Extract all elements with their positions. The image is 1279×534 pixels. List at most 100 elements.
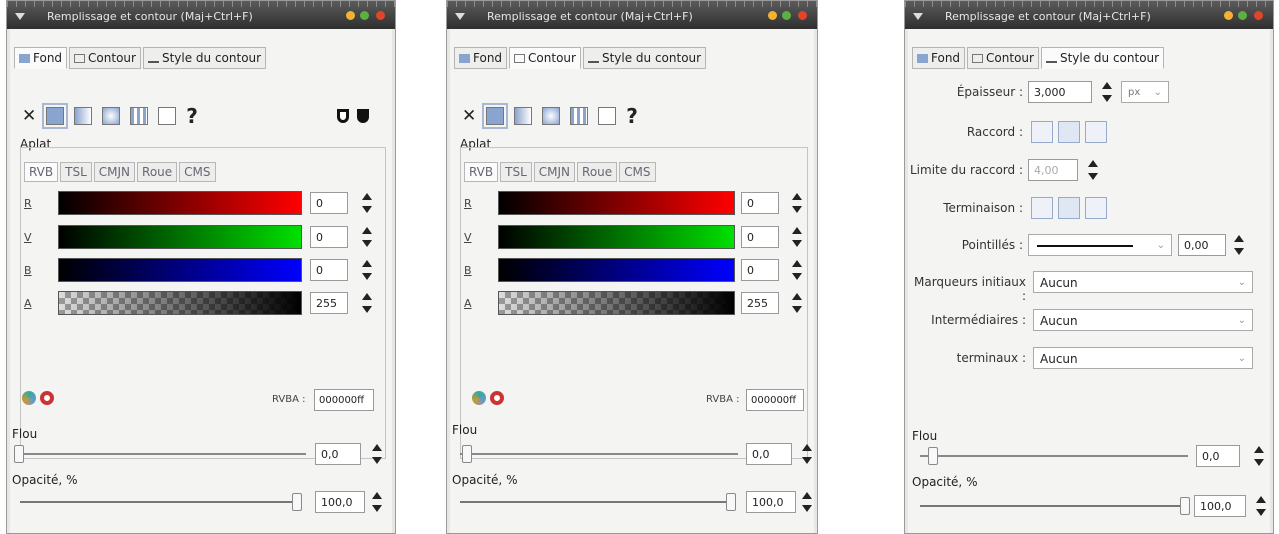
dash-pattern-select[interactable]: ⌄: [1028, 234, 1172, 256]
tab-stroke-style[interactable]: Style du contour: [582, 47, 707, 69]
remove-paint-icon[interactable]: ✕: [22, 107, 36, 125]
blur-slider[interactable]: [920, 455, 1188, 457]
miter-join-icon[interactable]: [1031, 121, 1053, 143]
flat-color-icon[interactable]: [42, 103, 69, 129]
opacity-spin-arrows[interactable]: [370, 490, 382, 514]
minimize-button[interactable]: [768, 11, 777, 20]
opacity-slider[interactable]: [460, 501, 732, 503]
tab-wheel[interactable]: Roue: [577, 162, 618, 182]
opacity-spin-arrows[interactable]: [800, 490, 812, 514]
color-picker-icon[interactable]: [472, 391, 486, 405]
window-menu-icon[interactable]: [15, 10, 25, 20]
blur-slider-knob[interactable]: [14, 445, 24, 463]
alpha-spin-arrows[interactable]: [360, 291, 372, 315]
minimize-button[interactable]: [1224, 11, 1233, 20]
tab-fill[interactable]: Fond: [912, 47, 966, 69]
opacity-value[interactable]: 100,0: [1194, 495, 1246, 517]
blue-value[interactable]: 0: [310, 259, 348, 281]
dash-offset-spin-arrows[interactable]: [1232, 233, 1244, 257]
opacity-slider[interactable]: [920, 505, 1186, 507]
tab-cmyk[interactable]: CMJN: [93, 162, 136, 182]
window-menu-icon[interactable]: [913, 10, 923, 20]
opacity-slider-knob[interactable]: [1180, 497, 1190, 515]
green-slider[interactable]: [58, 225, 302, 249]
fill-rule-evenodd-icon[interactable]: [337, 109, 349, 123]
blur-spin-arrows[interactable]: [800, 442, 812, 466]
miter-limit-spin-arrows[interactable]: [1086, 158, 1098, 182]
green-value[interactable]: 0: [741, 226, 779, 248]
miter-limit-input[interactable]: 4,00: [1028, 159, 1078, 181]
dialog-titlebar[interactable]: Remplissage et contour (Maj+Ctrl+F): [905, 1, 1273, 29]
dash-offset-input[interactable]: 0,00: [1178, 234, 1226, 256]
rgba-input[interactable]: 000000ff: [746, 389, 804, 411]
pattern-icon[interactable]: [130, 107, 149, 125]
tab-rgb[interactable]: RVB: [464, 162, 499, 182]
tab-hsl[interactable]: TSL: [500, 162, 532, 182]
opacity-value[interactable]: 100,0: [315, 491, 365, 513]
blur-value[interactable]: 0,0: [746, 443, 792, 465]
tab-fill[interactable]: Fond: [454, 47, 508, 69]
red-slider[interactable]: [498, 191, 735, 215]
blue-spin-arrows[interactable]: [790, 258, 802, 282]
blur-value[interactable]: 0,0: [1196, 445, 1240, 467]
opacity-slider-knob[interactable]: [726, 493, 736, 511]
remove-paint-icon[interactable]: ✕: [462, 107, 476, 125]
tab-stroke-paint[interactable]: Contour: [509, 47, 581, 69]
radial-gradient-icon[interactable]: [542, 107, 561, 125]
tab-stroke-style[interactable]: Style du contour: [142, 47, 267, 69]
tab-hsl[interactable]: TSL: [60, 162, 92, 182]
blur-slider-knob[interactable]: [928, 447, 938, 465]
alpha-slider[interactable]: [498, 291, 735, 315]
minimize-button[interactable]: [346, 11, 355, 20]
unset-paint-icon[interactable]: ?: [186, 106, 198, 126]
blur-slider[interactable]: [460, 453, 738, 455]
opacity-slider-knob[interactable]: [292, 493, 302, 511]
tab-rgb[interactable]: RVB: [24, 162, 59, 182]
start-markers-select[interactable]: Aucun ⌄: [1033, 271, 1253, 293]
linear-gradient-icon[interactable]: [74, 107, 93, 125]
round-cap-icon[interactable]: [1058, 197, 1080, 219]
unit-select[interactable]: px ⌄: [1121, 81, 1169, 103]
swatch-icon[interactable]: [158, 107, 177, 125]
square-cap-icon[interactable]: [1085, 197, 1107, 219]
unset-paint-icon[interactable]: ?: [626, 106, 638, 126]
stroke-width-input[interactable]: 3,000: [1028, 81, 1092, 103]
maximize-button[interactable]: [782, 11, 791, 20]
butt-cap-icon[interactable]: [1031, 197, 1053, 219]
color-managed-icon[interactable]: [490, 391, 504, 405]
blur-value[interactable]: 0,0: [315, 443, 361, 465]
blur-spin-arrows[interactable]: [1252, 444, 1264, 468]
green-slider[interactable]: [498, 225, 735, 249]
maximize-button[interactable]: [1238, 11, 1247, 20]
tab-fill[interactable]: Fond: [14, 47, 68, 69]
tab-cms[interactable]: CMS: [179, 162, 216, 182]
dialog-titlebar[interactable]: Remplissage et contour (Maj+Ctrl+F): [447, 1, 817, 29]
tab-stroke-paint[interactable]: Contour: [69, 47, 141, 69]
window-menu-icon[interactable]: [455, 10, 465, 20]
blur-spin-arrows[interactable]: [370, 442, 382, 466]
green-value[interactable]: 0: [310, 226, 348, 248]
alpha-value[interactable]: 255: [741, 292, 779, 314]
blue-value[interactable]: 0: [741, 259, 779, 281]
close-button[interactable]: [1254, 11, 1263, 20]
blue-spin-arrows[interactable]: [360, 258, 372, 282]
blue-slider[interactable]: [498, 258, 735, 282]
swatch-icon[interactable]: [598, 107, 617, 125]
radial-gradient-icon[interactable]: [102, 107, 121, 125]
opacity-slider[interactable]: [20, 501, 300, 503]
alpha-value[interactable]: 255: [310, 292, 348, 314]
blue-slider[interactable]: [58, 258, 302, 282]
fill-rule-nonzero-icon[interactable]: [357, 109, 369, 123]
rgba-input[interactable]: 000000ff: [314, 389, 374, 411]
tab-stroke-style[interactable]: Style du contour: [1040, 47, 1165, 69]
red-spin-arrows[interactable]: [360, 191, 372, 215]
tab-cmyk[interactable]: CMJN: [533, 162, 576, 182]
flat-color-icon[interactable]: [482, 103, 509, 129]
blur-slider[interactable]: [20, 453, 306, 455]
alpha-spin-arrows[interactable]: [790, 291, 802, 315]
close-button[interactable]: [798, 11, 807, 20]
linear-gradient-icon[interactable]: [514, 107, 533, 125]
mid-markers-select[interactable]: Aucun ⌄: [1033, 309, 1253, 331]
green-spin-arrows[interactable]: [360, 225, 372, 249]
red-value[interactable]: 0: [310, 192, 348, 214]
